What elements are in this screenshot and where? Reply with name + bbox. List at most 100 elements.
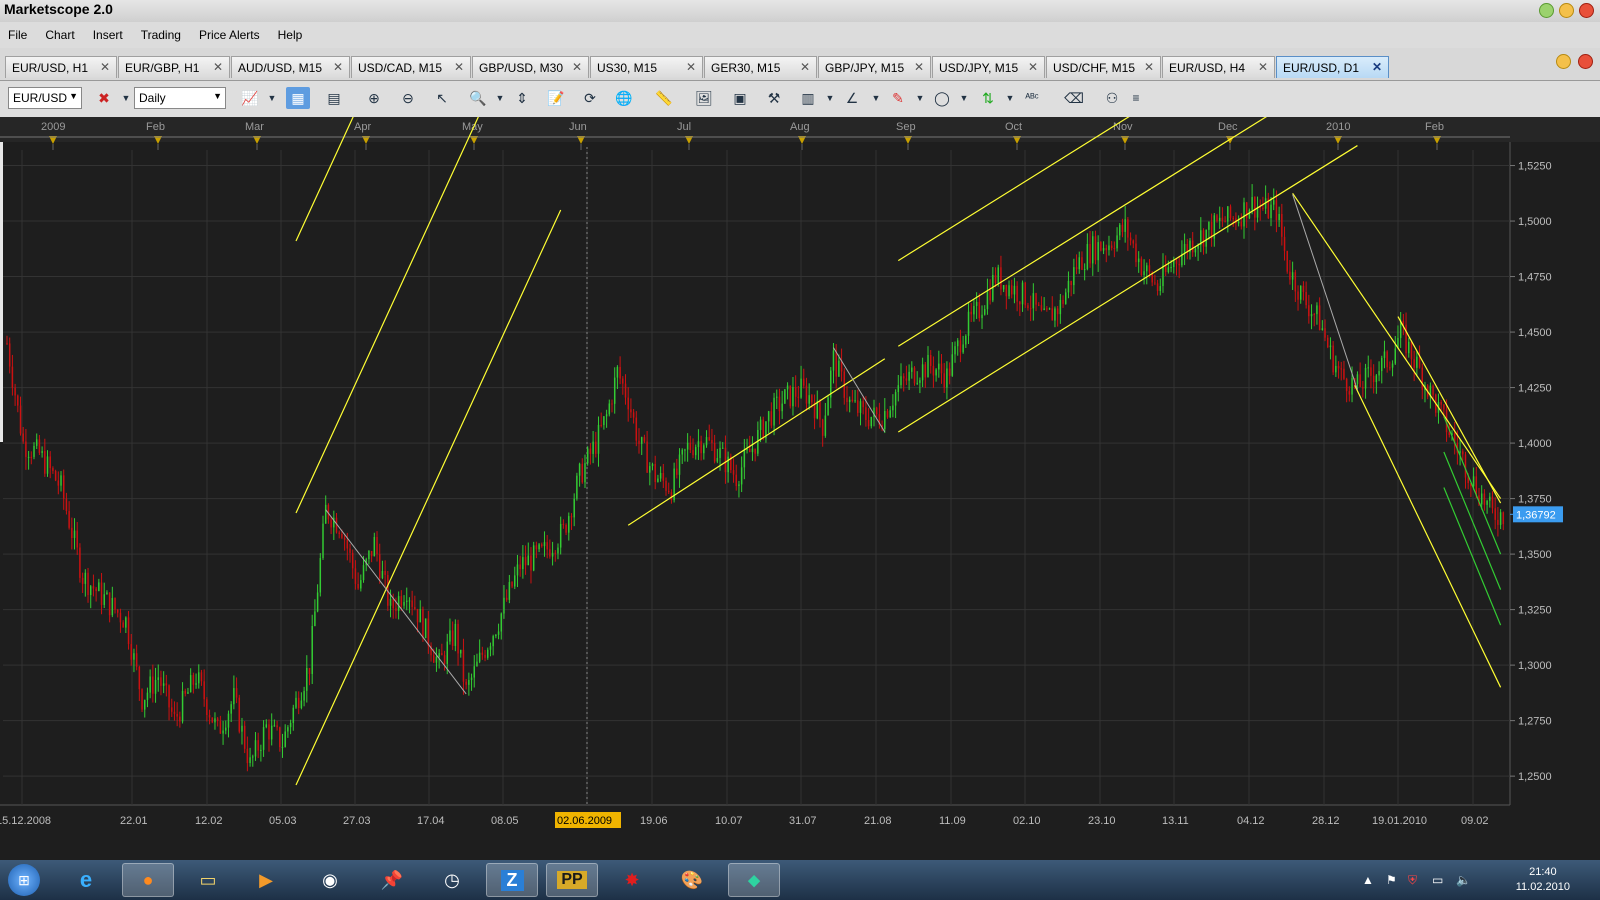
vertical-line-icon[interactable]: ⇕ (510, 87, 534, 109)
refresh-icon[interactable]: ⟳ (578, 87, 602, 109)
notes-icon[interactable]: 📝 (544, 87, 568, 109)
close-tab-icon[interactable]: ✕ (1372, 60, 1382, 74)
candle-body (487, 649, 489, 658)
tab-eurusd-h1[interactable]: EUR/USD, H1 ✕ (5, 56, 117, 78)
tools-icon[interactable]: ⚒ (762, 87, 786, 109)
trend-line-icon[interactable]: ∠ (840, 87, 864, 109)
internet-explorer-icon[interactable]: e (60, 863, 112, 897)
close-tab-icon[interactable]: ✕ (213, 60, 223, 74)
marketscope-app-icon[interactable]: ⬥ (728, 863, 780, 897)
zoom-in-icon[interactable]: ⊕ (362, 87, 386, 109)
close-tab-icon[interactable]: ✕ (100, 60, 110, 74)
chevron-down-icon[interactable]: ▼ (818, 87, 842, 109)
clock-app-icon[interactable]: ◷ (426, 863, 478, 897)
globe-icon[interactable]: 🌐 (612, 87, 636, 109)
template-icon[interactable]: ▣ (728, 87, 752, 109)
menu-chart[interactable]: Chart (45, 28, 74, 42)
hierarchy-icon[interactable]: ⚇ (1100, 87, 1124, 109)
tab-usdchf-m15[interactable]: USD/CHF, M15 ✕ (1046, 56, 1161, 78)
close-chart-button[interactable] (1578, 54, 1593, 69)
chevron-down-icon[interactable]: ▼ (488, 87, 512, 109)
candle-body (1083, 269, 1086, 271)
splash-app-icon[interactable]: ✸ (606, 863, 658, 897)
start-button[interactable]: ⊞ (2, 863, 46, 897)
close-tab-icon[interactable]: ✕ (572, 60, 582, 74)
chart-type-icon[interactable]: 📈 (238, 87, 262, 109)
tab-ger30-m15[interactable]: GER30, M15 ✕ (704, 56, 817, 78)
candles-view-icon[interactable]: ▦ (286, 87, 310, 109)
chart-canvas[interactable]: 1,5250 1,5000 1,4750 1,4500 1,4250 1,4000 1,37… (0, 0, 1600, 860)
close-tab-icon[interactable]: ✕ (1144, 60, 1154, 74)
tab-audusd-m15[interactable]: AUD/USD, M15 ✕ (231, 56, 350, 78)
menu-bar: File Chart Insert Trading Price Alerts H… (0, 22, 1600, 48)
tab-gbpusd-m30[interactable]: GBP/USD, M30 ✕ (472, 56, 589, 78)
close-tab-icon[interactable]: ✕ (333, 60, 343, 74)
close-tab-icon[interactable]: ✕ (800, 60, 810, 74)
candle-body (638, 440, 640, 444)
volume-icon[interactable]: 🔈 (1456, 873, 1471, 887)
pp-app-icon[interactable]: PP (546, 863, 598, 897)
firefox-icon[interactable]: ● (122, 863, 174, 897)
menu-file[interactable]: File (8, 28, 27, 42)
close-tab-icon[interactable]: ✕ (1258, 60, 1268, 74)
image-icon[interactable]: 🖼 (692, 87, 716, 109)
ellipse-icon[interactable]: ◯ (930, 87, 954, 109)
show-hidden-icons-icon[interactable]: ▲ (1362, 873, 1374, 887)
tab-eurusd-d1[interactable]: EUR/USD, D1 ✕ (1276, 56, 1389, 78)
close-tab-icon[interactable]: ✕ (1028, 60, 1038, 74)
magnifier-icon[interactable]: 🔍 (466, 87, 490, 109)
tab-eurusd-h4[interactable]: EUR/USD, H4 ✕ (1162, 56, 1275, 78)
menu-price-alerts[interactable]: Price Alerts (199, 28, 260, 42)
minimize-button[interactable] (1539, 3, 1554, 18)
chevron-down-icon[interactable]: ▼ (908, 87, 932, 109)
eraser-icon[interactable]: ⌫ (1062, 87, 1086, 109)
user-app-icon[interactable]: ◉ (304, 863, 356, 897)
zoom-app-icon[interactable]: Z (486, 863, 538, 897)
candle-body (14, 387, 16, 396)
close-tab-icon[interactable]: ✕ (454, 60, 464, 74)
media-player-icon[interactable]: ▶ (240, 863, 292, 897)
cursor-icon[interactable]: ↖ (430, 87, 454, 109)
arrow-markers-icon[interactable]: ⇅ (976, 87, 1000, 109)
symbol-select[interactable]: EUR/USD ▼ (8, 87, 82, 109)
zoom-out-icon[interactable]: ⊖ (396, 87, 420, 109)
layout-icon[interactable]: ▥ (796, 87, 820, 109)
bars-view-icon[interactable]: ▤ (322, 87, 346, 109)
tab-usdjpy-m15[interactable]: USD/JPY, M15 ✕ (932, 56, 1045, 78)
chevron-down-icon[interactable]: ▼ (998, 87, 1022, 109)
file-explorer-icon[interactable]: ▭ (182, 863, 234, 897)
chevron-down-icon[interactable]: ▼ (952, 87, 976, 109)
restore-chart-button[interactable] (1556, 54, 1571, 69)
candle-body (1105, 248, 1108, 251)
ruler-icon[interactable]: 📏 (652, 87, 676, 109)
pencil-icon[interactable]: ✎ (886, 87, 910, 109)
tab-eurgbp-h1[interactable]: EUR/GBP, H1 ✕ (118, 56, 230, 78)
close-tab-icon[interactable]: ✕ (686, 60, 696, 74)
remove-indicator-icon[interactable]: ✖ (92, 87, 116, 109)
tab-gbpjpy-m15[interactable]: GBP/JPY, M15 ✕ (818, 56, 931, 78)
tab-label: USD/CAD, M15 (358, 61, 443, 75)
candle-body (322, 523, 324, 559)
maximize-button[interactable] (1559, 3, 1574, 18)
chevron-down-icon[interactable]: ▼ (864, 87, 888, 109)
tab-us30-m15[interactable]: US30, M15 ✕ (590, 56, 703, 78)
tab-usdcad-m15[interactable]: USD/CAD, M15 ✕ (351, 56, 471, 78)
network-icon[interactable]: ▭ (1432, 873, 1443, 887)
chevron-down-icon[interactable]: ▼ (260, 87, 284, 109)
pushpin-icon[interactable]: 📌 (366, 863, 418, 897)
close-tab-icon[interactable]: ✕ (914, 60, 924, 74)
security-alert-icon[interactable]: ⛨ (1408, 873, 1417, 888)
system-clock[interactable]: 21:40 11.02.2010 (1516, 865, 1570, 895)
timeframe-select[interactable]: Daily ▼ (134, 87, 226, 109)
price-chart[interactable]: 1,5250 1,5000 1,4750 1,4500 1,4250 1,4000 1,37… (0, 0, 1600, 860)
menu-help[interactable]: Help (278, 28, 303, 42)
paint-icon[interactable]: 🎨 (666, 863, 718, 897)
close-button[interactable] (1579, 3, 1594, 18)
flag-icon[interactable]: ⚑ (1386, 873, 1397, 887)
menu-insert[interactable]: Insert (93, 28, 123, 42)
month-label: Feb (1425, 121, 1444, 133)
overflow-menu-icon[interactable]: ≡ (1124, 87, 1148, 109)
text-label-icon[interactable]: ᴬᴮᶜ (1020, 87, 1044, 109)
price-tick-label: 1,4000 (1518, 438, 1552, 450)
menu-trading[interactable]: Trading (141, 28, 181, 42)
